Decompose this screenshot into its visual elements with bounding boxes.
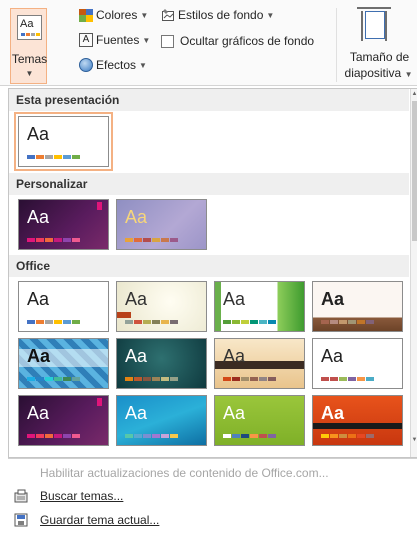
guardar-tema-label: Guardar tema actual... bbox=[40, 513, 160, 527]
theme-office-7[interactable]: Aa bbox=[214, 338, 305, 389]
chevron-down-icon: ▼ bbox=[139, 60, 147, 70]
buscar-temas-label: Buscar temas... bbox=[40, 489, 124, 503]
temas-label: Temas bbox=[11, 52, 48, 66]
section-esta-presentacion: Esta presentación bbox=[9, 89, 409, 111]
colores-label: Colores bbox=[96, 8, 138, 22]
themes-gallery: Esta presentación Aa Personalizar Aa Aa … bbox=[8, 88, 417, 458]
section-office: Office bbox=[9, 255, 409, 277]
habilitar-actualizaciones-item[interactable]: Habilitar actualizaciones de contenido d… bbox=[14, 463, 329, 483]
colors-icon bbox=[79, 8, 93, 22]
theme-office-6[interactable]: Aa bbox=[116, 338, 207, 389]
theme-office-4[interactable]: Aa bbox=[312, 281, 403, 332]
accent-tab bbox=[117, 312, 131, 318]
theme-custom-1[interactable]: Aa bbox=[18, 199, 109, 250]
scroll-up-icon[interactable]: ▲ bbox=[411, 89, 417, 99]
accent-bar bbox=[215, 282, 221, 331]
chevron-down-icon: ▼ bbox=[25, 69, 34, 78]
theme-office-1[interactable]: Aa bbox=[18, 281, 109, 332]
guardar-tema-item[interactable]: Guardar tema actual... bbox=[14, 510, 159, 530]
tamano-label-line1: Tamaño de bbox=[349, 50, 410, 64]
browse-folder-icon bbox=[14, 489, 28, 503]
checkbox-icon[interactable] bbox=[161, 34, 174, 48]
theme-custom-2[interactable]: Aa bbox=[116, 199, 207, 250]
buscar-temas-item[interactable]: Buscar temas... bbox=[14, 486, 123, 506]
effects-icon bbox=[79, 58, 93, 72]
ocultar-graficos-label: Ocultar gráficos de fondo bbox=[180, 34, 315, 48]
chevron-down-icon: ▼ bbox=[404, 70, 413, 79]
background-styles-icon bbox=[162, 9, 174, 21]
themes-aa-icon: Aa bbox=[17, 15, 42, 40]
temas-button[interactable]: Aa Temas ▼ bbox=[10, 8, 47, 84]
theme-office-8[interactable]: Aa bbox=[312, 338, 403, 389]
title-band bbox=[313, 423, 402, 429]
efectos-dropdown[interactable]: Efectos ▼ bbox=[79, 58, 147, 72]
chevron-down-icon: ▼ bbox=[266, 10, 275, 20]
estilos-fondo-label: Estilos de fondo bbox=[178, 8, 264, 22]
accent-tab bbox=[97, 398, 102, 406]
section-personalizar: Personalizar bbox=[9, 173, 409, 195]
scrollbar-thumb[interactable] bbox=[412, 101, 417, 241]
fuentes-label: Fuentes bbox=[96, 33, 140, 47]
efectos-label: Efectos bbox=[96, 58, 137, 72]
chevron-down-icon: ▼ bbox=[142, 35, 151, 45]
theme-office-3[interactable]: Aa bbox=[214, 281, 305, 332]
accent-tab bbox=[97, 202, 102, 210]
estilos-fondo-dropdown[interactable]: Estilos de fondo ▼ bbox=[161, 8, 274, 22]
menu-divider bbox=[8, 458, 417, 459]
theme-office-12[interactable]: Aa bbox=[312, 395, 403, 446]
theme-office-2[interactable]: Aa bbox=[116, 281, 207, 332]
fonts-icon: A bbox=[79, 33, 93, 47]
theme-office-9[interactable]: Aa bbox=[18, 395, 109, 446]
theme-office-11[interactable]: Aa bbox=[214, 395, 305, 446]
gallery-scrollbar[interactable]: ▲ ▼ bbox=[410, 89, 417, 457]
scroll-down-icon[interactable]: ▼ bbox=[411, 435, 417, 445]
chevron-down-icon: ▼ bbox=[140, 10, 149, 20]
theme-office-10[interactable]: Aa bbox=[116, 395, 207, 446]
tamano-label-line2: diapositiva ▼ bbox=[344, 66, 413, 80]
ocultar-graficos-checkbox[interactable]: Ocultar gráficos de fondo bbox=[161, 34, 314, 48]
theme-office-5[interactable]: Aa bbox=[18, 338, 109, 389]
ribbon-divider bbox=[336, 8, 337, 82]
save-theme-icon bbox=[14, 513, 28, 527]
design-ribbon: Aa Temas ▼ Colores ▼ A Fuentes ▼ Efectos… bbox=[0, 0, 417, 86]
theme-current[interactable]: Aa bbox=[14, 112, 113, 171]
fuentes-dropdown[interactable]: A Fuentes ▼ bbox=[79, 33, 150, 47]
slide-size-icon bbox=[357, 7, 391, 41]
colores-dropdown[interactable]: Colores ▼ bbox=[79, 8, 148, 22]
